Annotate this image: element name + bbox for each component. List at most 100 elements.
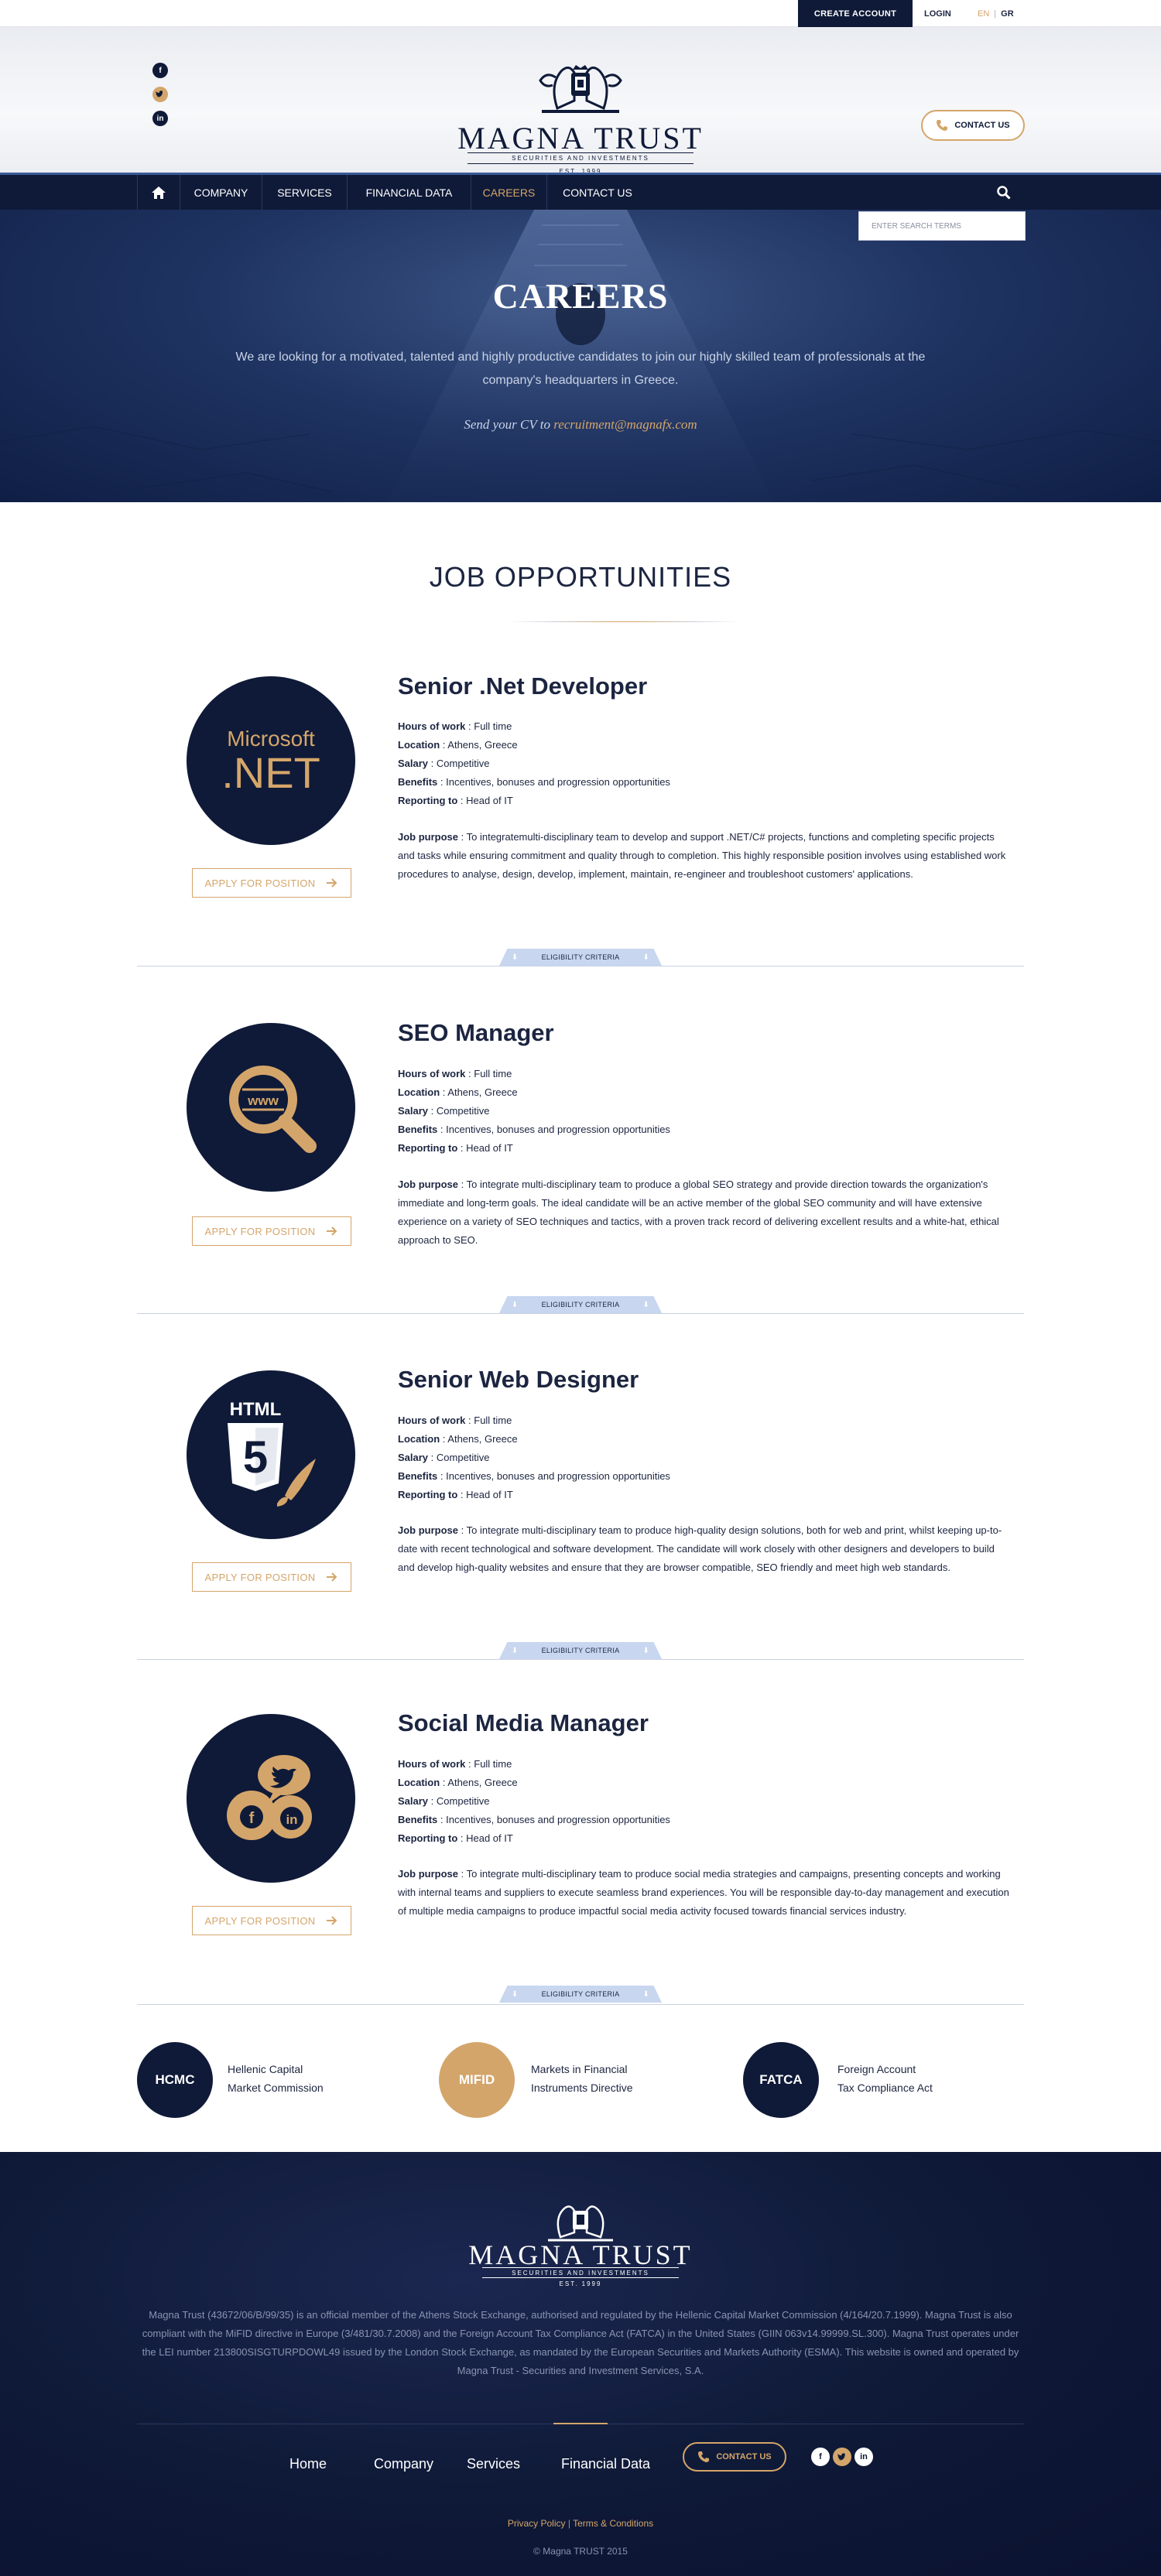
terms-conditions-link[interactable]: Terms & Conditions bbox=[573, 2518, 653, 2529]
dotnet-icon: Microsoft .NET bbox=[187, 676, 355, 845]
nav-contact-us[interactable]: CONTACT US bbox=[547, 175, 648, 210]
apply-label: APPLY FOR POSITION bbox=[204, 877, 316, 889]
footer-link-home[interactable]: Home bbox=[289, 2456, 327, 2472]
apply-button-seo-manager[interactable]: APPLY FOR POSITION bbox=[192, 1216, 351, 1246]
job-hours: Hours of work : Full time bbox=[398, 1068, 512, 1079]
job-separator bbox=[137, 1313, 1024, 1314]
lang-separator: | bbox=[994, 9, 997, 19]
eligibility-criteria-toggle[interactable]: ⬇ ELIGIBILITY CRITERIA ⬇ bbox=[499, 1296, 662, 1313]
job-benefits: Benefits : Incentives, bonuses and progr… bbox=[398, 1124, 670, 1135]
lang-gr-link[interactable]: GR bbox=[1001, 9, 1014, 19]
job-title: SEO Manager bbox=[398, 1019, 554, 1046]
footer-rule-accent bbox=[553, 2423, 608, 2424]
footer-legal-links: Privacy Policy | Terms & Conditions bbox=[0, 2518, 1161, 2529]
job-title: Senior Web Designer bbox=[398, 1366, 639, 1393]
lang-en-link[interactable]: EN bbox=[978, 9, 989, 19]
footer-link-financial-data[interactable]: Financial Data bbox=[561, 2456, 650, 2472]
footer-logo-rule-2 bbox=[482, 2277, 679, 2278]
job-purpose: Job purpose : To integrate multi-discipl… bbox=[398, 1179, 999, 1246]
logo-title[interactable]: MAGNA TRUST bbox=[387, 120, 774, 156]
nav-company[interactable]: COMPANY bbox=[180, 175, 262, 210]
chevron-down-icon: ⬇ bbox=[642, 1989, 650, 1999]
job-benefits: Benefits : Incentives, bonuses and progr… bbox=[398, 1470, 670, 1482]
job-reporting: Reporting to : Head of IT bbox=[398, 795, 513, 806]
footer-link-company[interactable]: Company bbox=[374, 2456, 433, 2472]
eligibility-criteria-toggle[interactable]: ⬇ ELIGIBILITY CRITERIA ⬇ bbox=[499, 1642, 662, 1659]
careers-hero: CAREERS We are looking for a motivated, … bbox=[0, 210, 1161, 502]
eligibility-criteria-toggle[interactable]: ⬇ ELIGIBILITY CRITERIA ⬇ bbox=[499, 1986, 662, 2003]
chevron-down-icon: ⬇ bbox=[642, 953, 650, 962]
recruitment-email-link[interactable]: recruitment@magnafx.com bbox=[553, 417, 697, 432]
top-utility-bar: CREATE ACCOUNT LOGIN EN | GR bbox=[0, 0, 1161, 27]
nav-financial-data[interactable]: FINANCIAL DATA bbox=[348, 175, 471, 210]
chevron-down-icon: ⬇ bbox=[511, 1989, 519, 1999]
job-title: Social Media Manager bbox=[398, 1709, 649, 1736]
contact-us-button[interactable]: CONTACT US bbox=[921, 110, 1025, 141]
job-purpose: Job purpose : To integrate multi-discipl… bbox=[398, 1524, 1002, 1573]
footer-regulatory-text: Magna Trust (43672/06/B/99/35) is an off… bbox=[142, 2309, 1019, 2376]
magnifier-www-icon: www bbox=[187, 1023, 355, 1192]
search-input[interactable]: ENTER SEARCH TERMS bbox=[858, 211, 1026, 241]
job-salary: Salary : Competitive bbox=[398, 1452, 490, 1463]
job-reporting: Reporting to : Head of IT bbox=[398, 1832, 513, 1844]
apply-label: APPLY FOR POSITION bbox=[204, 1225, 316, 1237]
svg-text:in: in bbox=[286, 1812, 297, 1827]
mifid-badge: MIFID bbox=[439, 2042, 515, 2118]
nav-services[interactable]: SERVICES bbox=[262, 175, 348, 210]
job-separator bbox=[137, 1659, 1024, 1660]
footer-link-services[interactable]: Services bbox=[467, 2456, 520, 2472]
job-reporting: Reporting to : Head of IT bbox=[398, 1142, 513, 1154]
privacy-policy-link[interactable]: Privacy Policy bbox=[508, 2518, 566, 2529]
apply-button-senior-net-developer[interactable]: APPLY FOR POSITION bbox=[192, 868, 351, 898]
job-hours: Hours of work : Full time bbox=[398, 1415, 512, 1426]
footer-contact-button[interactable]: CONTACT US bbox=[683, 2442, 786, 2472]
main-nav: COMPANY SERVICES FINANCIAL DATA CAREERS … bbox=[0, 173, 1161, 210]
job-separator bbox=[137, 2004, 1024, 2005]
svg-text:f: f bbox=[249, 1810, 255, 1827]
nav-home[interactable] bbox=[137, 175, 180, 210]
copyright: © Magna TRUST 2015 bbox=[533, 2546, 628, 2557]
footer-logo-title: MAGNA TRUST bbox=[468, 2239, 693, 2270]
chevron-down-icon: ⬇ bbox=[642, 1646, 650, 1655]
search-icon bbox=[996, 185, 1011, 200]
hcmc-description: Hellenic Capital Market Commission bbox=[228, 2063, 324, 2094]
linkedin-icon[interactable]: in bbox=[152, 111, 168, 126]
job-salary: Salary : Competitive bbox=[398, 1795, 490, 1807]
html5-icon-main: 5 bbox=[243, 1432, 268, 1483]
logo-rule bbox=[467, 152, 694, 153]
fatca-badge: FATCA bbox=[743, 2042, 819, 2118]
html5-icon-top: HTML bbox=[230, 1399, 282, 1420]
job-purpose: Job purpose : To integrate multi-discipl… bbox=[398, 1868, 1009, 1917]
arrow-right-icon bbox=[327, 1226, 337, 1236]
footer-contact-label: CONTACT US bbox=[716, 2452, 772, 2461]
phone-icon bbox=[937, 120, 948, 131]
job-location: Location : Athens, Greece bbox=[398, 739, 518, 751]
arrow-right-icon bbox=[327, 1572, 337, 1582]
chevron-down-icon: ⬇ bbox=[511, 953, 519, 962]
eligibility-criteria-toggle[interactable]: ⬇ ELIGIBILITY CRITERIA ⬇ bbox=[499, 949, 662, 966]
facebook-icon[interactable]: f bbox=[811, 2448, 830, 2466]
job-location: Location : Athens, Greece bbox=[398, 1433, 518, 1445]
arrow-right-icon bbox=[327, 1916, 337, 1925]
facebook-icon[interactable]: f bbox=[152, 63, 168, 78]
job-location: Location : Athens, Greece bbox=[398, 1777, 518, 1788]
apply-button-senior-web-designer[interactable]: APPLY FOR POSITION bbox=[192, 1562, 351, 1592]
footer-logo-established: EST. 1999 bbox=[559, 2280, 602, 2287]
apply-button-social-media-manager[interactable]: APPLY FOR POSITION bbox=[192, 1906, 351, 1935]
mifid-description: Markets in Financial Instruments Directiv… bbox=[531, 2063, 633, 2094]
search-toggle[interactable] bbox=[983, 175, 1024, 210]
language-switcher: EN | GR bbox=[978, 0, 1014, 27]
linkedin-icon[interactable]: in bbox=[854, 2448, 873, 2466]
login-link[interactable]: LOGIN bbox=[924, 0, 951, 27]
apply-label: APPLY FOR POSITION bbox=[204, 1571, 316, 1583]
job-facts: Hours of work : Full time Location : Ath… bbox=[398, 717, 670, 810]
nav-careers[interactable]: CAREERS bbox=[471, 175, 547, 210]
create-account-button[interactable]: CREATE ACCOUNT bbox=[798, 0, 913, 27]
twitter-icon[interactable] bbox=[152, 87, 168, 102]
job-facts: Hours of work : Full time Location : Ath… bbox=[398, 1065, 670, 1158]
legal-separator: | bbox=[567, 2518, 570, 2529]
job-reporting: Reporting to : Head of IT bbox=[398, 1489, 513, 1500]
arrow-right-icon bbox=[327, 878, 337, 888]
twitter-icon[interactable] bbox=[833, 2448, 851, 2466]
hero-cv-line: Send your CV to recruitment@magnafx.com bbox=[0, 417, 1161, 433]
